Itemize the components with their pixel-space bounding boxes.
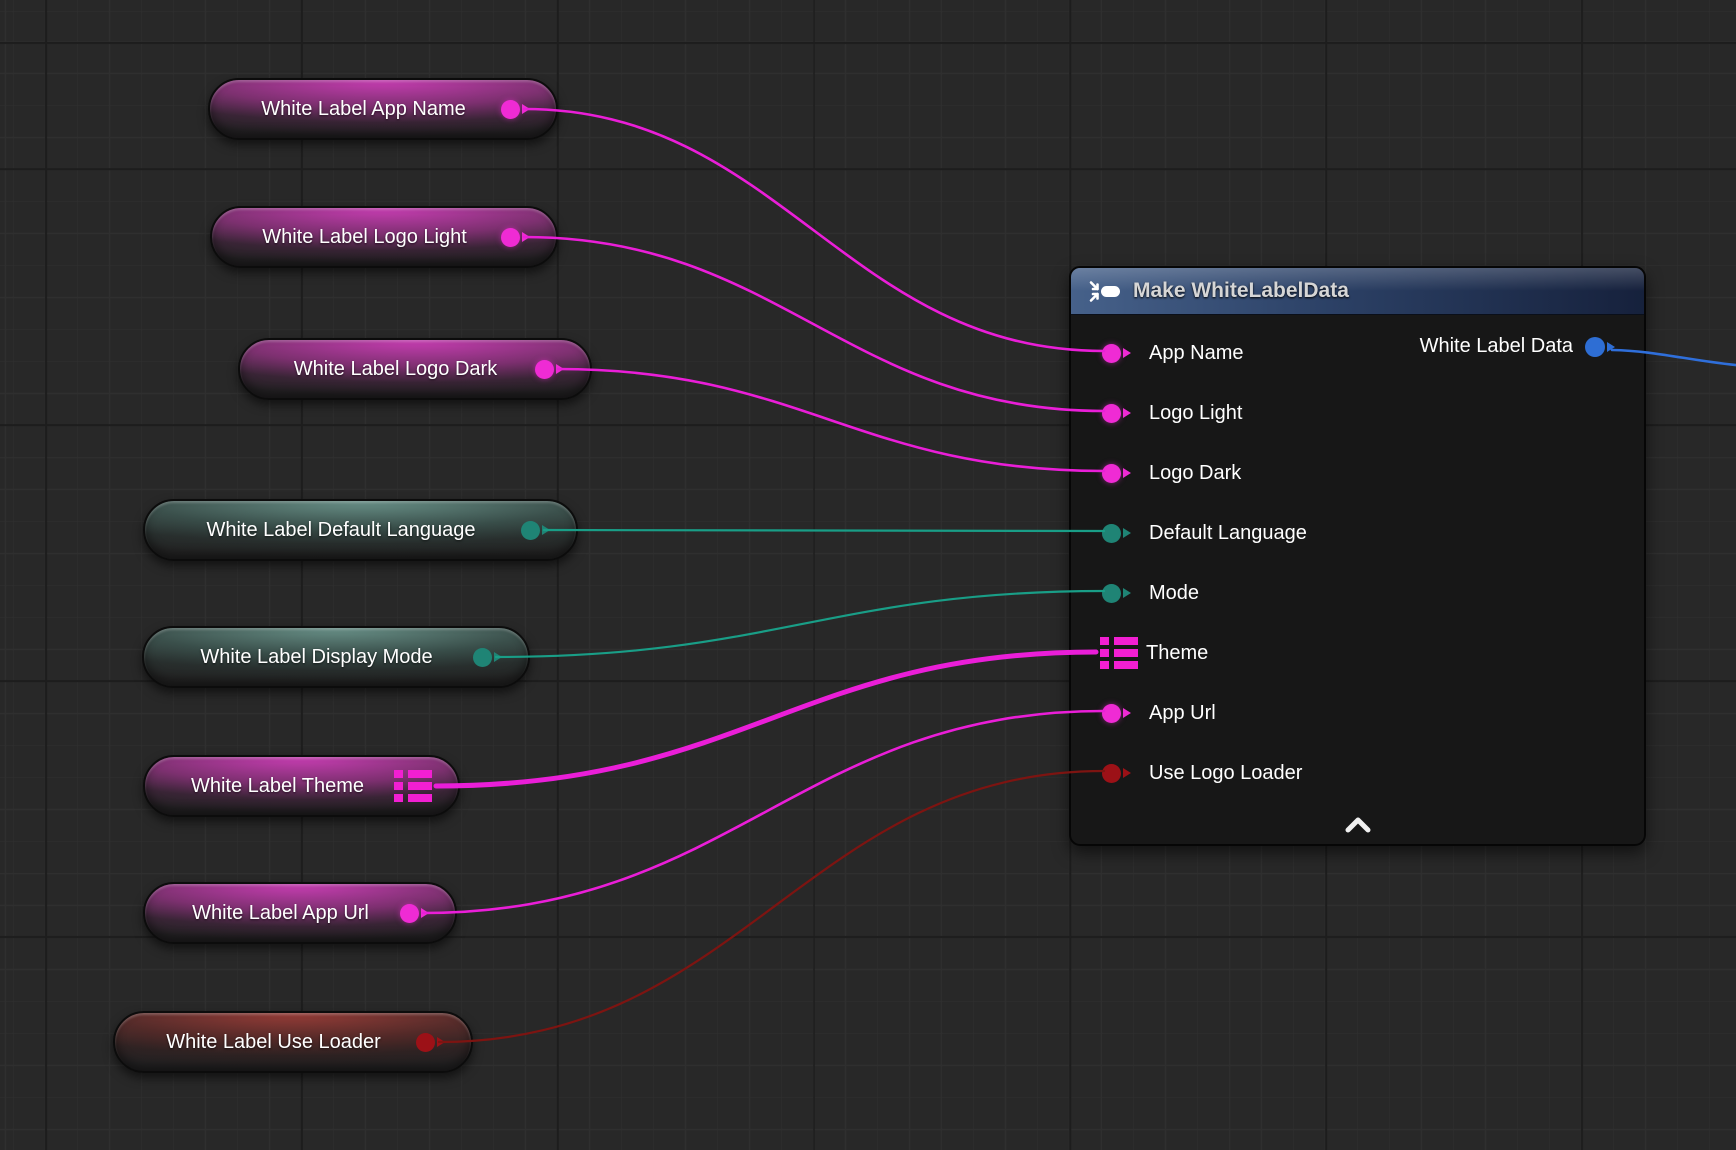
- output-pin-struct[interactable]: [1585, 337, 1617, 357]
- input-pin-struct-theme-icon[interactable]: [1100, 637, 1138, 669]
- output-pin-language[interactable]: [473, 648, 504, 667]
- pin-label: Logo Light: [1149, 402, 1242, 425]
- wire-logo-dark[interactable]: [558, 369, 1104, 471]
- node-white-label-use-loader[interactable]: White Label Use Loader: [113, 1011, 473, 1073]
- node-title: White Label Use Loader: [131, 1031, 416, 1054]
- chevron-up-icon: [1343, 816, 1373, 834]
- node-title: White Label App Url: [161, 902, 400, 925]
- node-white-label-app-name[interactable]: White Label App Name: [208, 78, 558, 140]
- node-title: White Label Logo Dark: [256, 358, 535, 381]
- make-struct-icon: [1089, 279, 1123, 304]
- node-white-label-theme[interactable]: White Label Theme: [143, 755, 460, 817]
- pin-row-logo-light: Logo Light: [1071, 383, 1644, 443]
- input-pin-language[interactable]: [1102, 524, 1133, 543]
- pin-label: White Label Data: [1420, 335, 1573, 358]
- node-title: Make WhiteLabelData: [1133, 279, 1349, 303]
- pin-row-mode: Mode: [1071, 563, 1644, 623]
- pin-row-logo-dark: Logo Dark: [1071, 443, 1644, 503]
- node-title: White Label App Name: [226, 98, 501, 121]
- input-pin-string[interactable]: [1102, 344, 1133, 363]
- node-white-label-display-mode[interactable]: White Label Display Mode: [142, 626, 530, 688]
- wire-display-mode[interactable]: [496, 591, 1104, 657]
- output-pin-string[interactable]: [400, 904, 431, 923]
- pin-label: Logo Dark: [1149, 462, 1241, 485]
- pin-label: Default Language: [1149, 522, 1307, 545]
- pin-label: Use Logo Loader: [1149, 762, 1302, 785]
- input-pin-language[interactable]: [1102, 584, 1133, 603]
- pin-row-theme: Theme: [1071, 623, 1644, 683]
- output-pin-language[interactable]: [521, 521, 552, 540]
- pin-row-app-url: App Url: [1071, 683, 1644, 743]
- pin-label: Mode: [1149, 582, 1199, 605]
- wire-theme[interactable]: [436, 652, 1096, 786]
- output-pin-struct-theme-icon[interactable]: [394, 770, 432, 802]
- output-pin-string[interactable]: [535, 360, 566, 379]
- node-title: White Label Default Language: [161, 519, 521, 542]
- pin-row-use-logo-loader: Use Logo Loader: [1071, 743, 1644, 803]
- pin-row-default-language: Default Language: [1071, 503, 1644, 563]
- input-pin-bool[interactable]: [1102, 764, 1133, 783]
- wire-default-language[interactable]: [544, 530, 1104, 531]
- node-header[interactable]: Make WhiteLabelData: [1071, 268, 1644, 315]
- node-make-whitelabeldata[interactable]: Make WhiteLabelData App Name Logo Light …: [1069, 266, 1646, 846]
- input-pin-string[interactable]: [1102, 464, 1133, 483]
- input-pin-string[interactable]: [1102, 404, 1133, 423]
- pin-row-white-label-data: White Label Data: [1420, 335, 1617, 358]
- pin-label: Theme: [1146, 642, 1208, 665]
- wire-app-url[interactable]: [423, 711, 1104, 913]
- wire-logo-light[interactable]: [524, 237, 1104, 411]
- node-white-label-app-url[interactable]: White Label App Url: [143, 882, 457, 944]
- node-title: White Label Display Mode: [160, 646, 473, 669]
- node-title: White Label Theme: [161, 775, 394, 798]
- pin-label: App Name: [1149, 342, 1244, 365]
- collapse-node-button[interactable]: [1071, 816, 1644, 834]
- blueprint-canvas[interactable]: White Label App Name White Label Logo Li…: [0, 0, 1736, 1150]
- wire-use-loader[interactable]: [439, 771, 1104, 1042]
- output-pin-string[interactable]: [501, 228, 532, 247]
- node-white-label-logo-dark[interactable]: White Label Logo Dark: [238, 338, 592, 400]
- pin-label: App Url: [1149, 702, 1216, 725]
- output-pin-bool[interactable]: [416, 1033, 447, 1052]
- wire-app-name[interactable]: [524, 109, 1104, 351]
- node-white-label-logo-light[interactable]: White Label Logo Light: [210, 206, 558, 268]
- input-pin-string[interactable]: [1102, 704, 1133, 723]
- node-title: White Label Logo Light: [228, 226, 501, 249]
- output-pin-string[interactable]: [501, 100, 532, 119]
- node-white-label-default-language[interactable]: White Label Default Language: [143, 499, 578, 561]
